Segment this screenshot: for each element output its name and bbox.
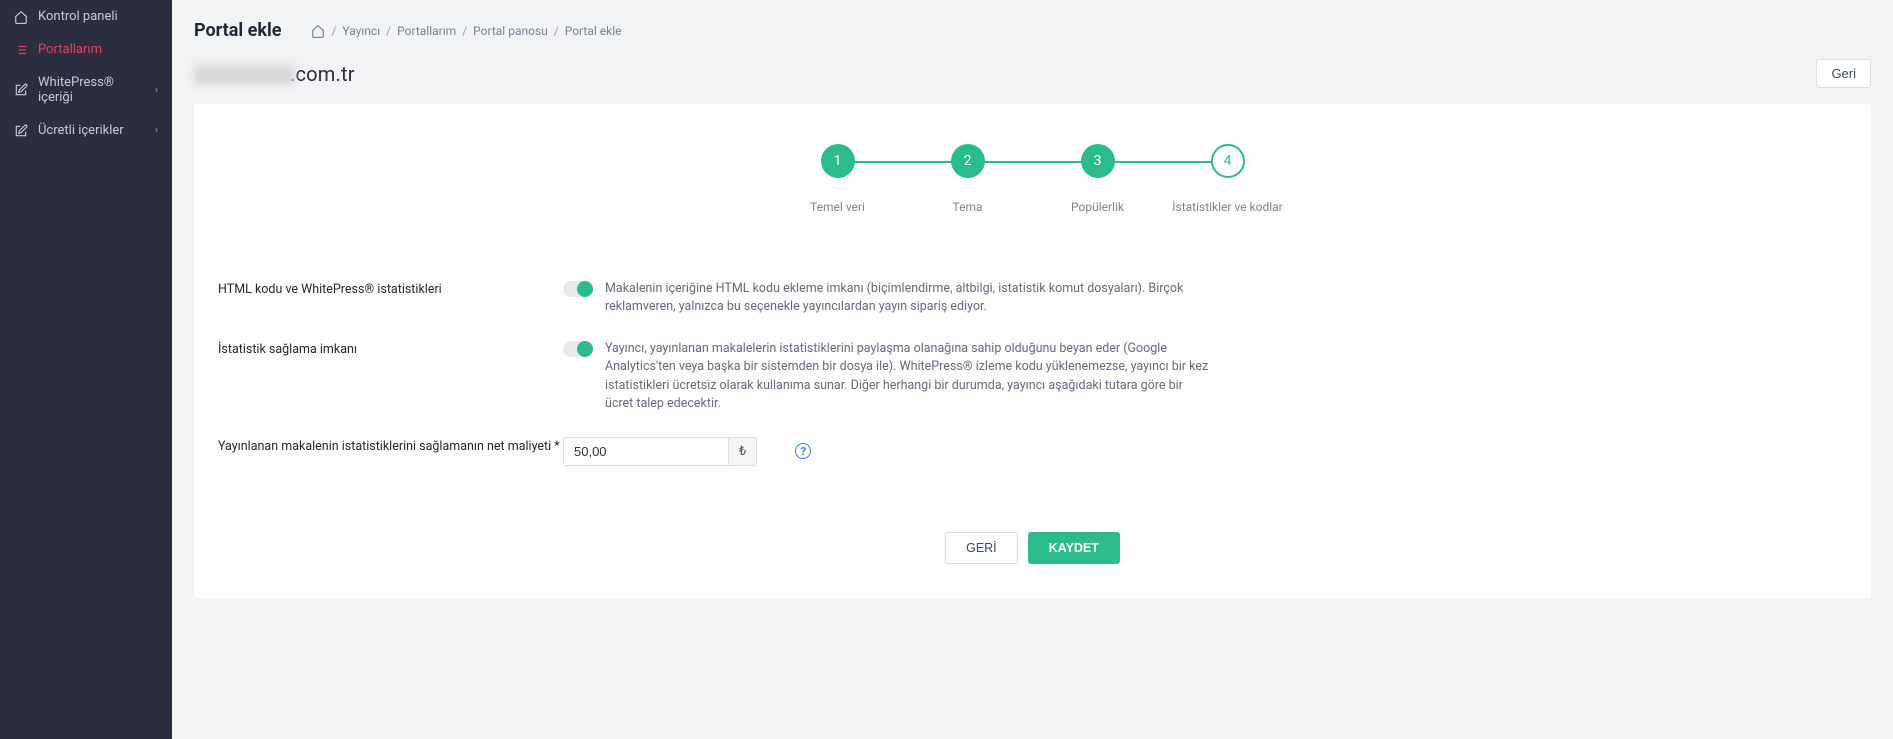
form-row-stats-provision: İstatistik sağlama imkanı Yayıncı, yayın… <box>218 334 1847 431</box>
sidebar: Kontrol paneli Portallarım WhitePress® i… <box>0 0 172 739</box>
form-control: ₺ ? <box>563 437 1213 466</box>
form-label: HTML kodu ve WhitePress® istatistikleri <box>218 280 563 297</box>
sidebar-item-whitepress-content[interactable]: WhitePress® içeriği › <box>0 66 172 114</box>
list-icon <box>14 43 28 57</box>
sidebar-item-portals[interactable]: Portallarım <box>0 33 172 66</box>
step-connector <box>968 161 1098 163</box>
chevron-right-icon: › <box>155 85 158 96</box>
step-1[interactable]: 1 Temel veri <box>773 144 903 214</box>
domain-name: .com.tr <box>194 62 355 86</box>
breadcrumb-sep: / <box>554 24 559 38</box>
save-button[interactable]: KAYDET <box>1028 532 1120 564</box>
toggle-stats-provision[interactable] <box>563 341 591 357</box>
step-label: Tema <box>953 200 983 214</box>
form-control: Makalenin içeriğine HTML kodu ekleme imk… <box>563 280 1213 316</box>
chevron-right-icon: › <box>155 125 158 136</box>
step-label: Popülerlik <box>1071 200 1124 214</box>
step-4: 4 İstatistikler ve kodlar <box>1163 144 1293 214</box>
toggle-knob <box>577 341 593 357</box>
back-form-button[interactable]: GERİ <box>945 532 1018 564</box>
edit-icon <box>14 83 28 97</box>
redacted-segment <box>194 65 294 85</box>
page-title: Portal ekle <box>194 20 281 41</box>
breadcrumb-sep: / <box>331 24 336 38</box>
sidebar-label: Portallarım <box>38 42 102 57</box>
toggle-knob <box>577 281 593 297</box>
form-card: 1 Temel veri 2 Tema 3 Popülerlik 4 İstat… <box>194 104 1871 598</box>
sidebar-item-paid-content[interactable]: Ücretli içerikler › <box>0 114 172 147</box>
form-actions: GERİ KAYDET <box>218 532 1847 564</box>
cost-input-group: ₺ <box>563 437 757 466</box>
sidebar-label: Ücretli içerikler <box>38 123 124 138</box>
step-connector <box>838 161 968 163</box>
secondary-header: .com.tr Geri <box>172 53 1893 104</box>
breadcrumb: / Yayıncı / Portallarım / Portal panosu … <box>311 24 621 38</box>
form-label: İstatistik sağlama imkanı <box>218 340 563 357</box>
stepper: 1 Temel veri 2 Tema 3 Popülerlik 4 İstat… <box>218 144 1847 214</box>
step-circle: 1 <box>821 144 855 178</box>
breadcrumb-item[interactable]: Portallarım <box>397 24 456 38</box>
step-label: İstatistikler ve kodlar <box>1172 200 1282 214</box>
sidebar-item-dashboard[interactable]: Kontrol paneli <box>0 0 172 33</box>
step-circle: 2 <box>951 144 985 178</box>
help-icon[interactable]: ? <box>795 443 811 459</box>
back-button[interactable]: Geri <box>1816 59 1871 88</box>
toggle-description: Yayıncı, yayınlanan makalelerin istatist… <box>605 340 1213 413</box>
toggle-html-code[interactable] <box>563 281 591 297</box>
cost-input[interactable] <box>563 437 728 466</box>
breadcrumb-sep: / <box>386 24 391 38</box>
breadcrumb-item[interactable]: Portal panosu <box>473 24 548 38</box>
domain-suffix: .com.tr <box>290 62 355 86</box>
header-row: Portal ekle / Yayıncı / Portallarım / Po… <box>172 0 1893 53</box>
step-3[interactable]: 3 Popülerlik <box>1033 144 1163 214</box>
form-label: Yayınlanan makalenin istatistiklerini sa… <box>218 437 563 454</box>
breadcrumb-sep: / <box>462 24 467 38</box>
step-circle: 3 <box>1081 144 1115 178</box>
sidebar-label: Kontrol paneli <box>38 9 118 24</box>
step-circle: 4 <box>1211 144 1245 178</box>
form-control: Yayıncı, yayınlanan makalelerin istatist… <box>563 340 1213 413</box>
currency-suffix: ₺ <box>728 437 757 466</box>
edit-icon <box>14 124 28 138</box>
home-icon[interactable] <box>311 24 325 38</box>
home-icon <box>14 10 28 24</box>
step-2[interactable]: 2 Tema <box>903 144 1033 214</box>
step-label: Temel veri <box>810 200 865 214</box>
toggle-description: Makalenin içeriğine HTML kodu ekleme imk… <box>605 280 1213 316</box>
form-row-stats-cost: Yayınlanan makalenin istatistiklerini sa… <box>218 431 1847 484</box>
breadcrumb-item[interactable]: Yayıncı <box>342 24 380 38</box>
main: Portal ekle / Yayıncı / Portallarım / Po… <box>172 0 1893 739</box>
step-connector <box>1098 161 1228 163</box>
sidebar-label: WhitePress® içeriği <box>38 75 145 105</box>
breadcrumb-item: Portal ekle <box>565 24 622 38</box>
form-row-html-code: HTML kodu ve WhitePress® istatistikleri … <box>218 274 1847 334</box>
